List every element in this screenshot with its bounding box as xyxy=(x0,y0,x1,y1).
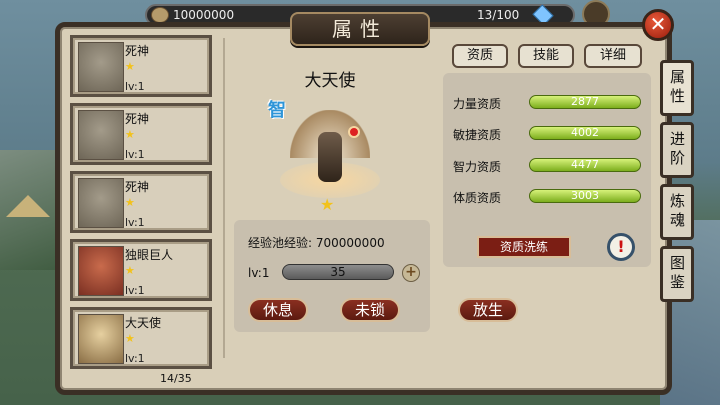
add-exp-button[interactable]: + xyxy=(402,264,420,282)
side-tab-refine-soul[interactable]: 炼魂 xyxy=(660,184,694,240)
hero-card[interactable]: 大天使 ★ lv:1 xyxy=(70,307,212,369)
aptitude-reroll-button[interactable]: 资质洗练 xyxy=(477,236,571,258)
exp-value: 35 xyxy=(330,265,346,279)
side-tab-codex[interactable]: 图鉴 xyxy=(660,246,694,302)
stat-value: 4477 xyxy=(571,158,599,171)
exp-pool-label: 经验池经验: xyxy=(248,236,313,250)
star-icon: ★ xyxy=(125,196,135,209)
stat-value: 2877 xyxy=(571,95,599,108)
release-button[interactable]: 放生 xyxy=(458,298,518,322)
hero-level: lv:1 xyxy=(125,80,145,93)
exp-pool-value: 700000000 xyxy=(315,236,385,250)
stat-label: 体质资质 xyxy=(453,191,502,205)
hero-name: 独眼巨人 xyxy=(125,248,174,262)
tab-aptitude[interactable]: 资质 xyxy=(452,44,508,68)
stat-bar: 4002 xyxy=(529,126,641,140)
star-icon: ★ xyxy=(125,264,135,277)
hero-list[interactable]: 死神 ★ lv:1 死神 ★ lv:1 死神 ★ lv:1 独眼巨人 ★ lv:… xyxy=(70,32,216,372)
hero-portrait xyxy=(78,110,124,160)
stat-value: 3003 xyxy=(571,189,599,202)
stat-bar: 4477 xyxy=(529,158,641,172)
gold-count: 10000000 xyxy=(173,8,235,22)
stat-label: 敏捷资质 xyxy=(453,128,502,142)
hero-card[interactable]: 死神 ★ lv:1 xyxy=(70,171,212,233)
stat-value: 4002 xyxy=(571,126,599,139)
star-icon: ★ xyxy=(125,332,135,345)
hero-portrait xyxy=(78,42,124,92)
hero-portrait xyxy=(78,314,124,364)
hero-name: 死神 xyxy=(125,112,150,126)
hero-card[interactable]: 独眼巨人 ★ lv:1 xyxy=(70,239,212,301)
hero-portrait xyxy=(78,178,124,228)
unlock-button[interactable]: 未锁 xyxy=(340,298,400,322)
stat-bar: 2877 xyxy=(529,95,641,109)
tent-icon xyxy=(6,195,50,217)
hero-gem xyxy=(348,126,360,138)
tab-skills[interactable]: 技能 xyxy=(518,44,574,68)
level-label: lv:1 xyxy=(248,266,270,280)
class-badge: 智 xyxy=(268,100,286,121)
stat-label: 智力资质 xyxy=(453,160,502,174)
panel-divider xyxy=(223,38,225,358)
hero-level: lv:1 xyxy=(125,284,145,297)
coin-icon xyxy=(151,7,169,23)
stat-bar: 3003 xyxy=(529,189,641,203)
hero-detail-panel: 大天使 智 ★ 经验池经验: 700000000 lv:1 35 + xyxy=(230,52,430,340)
info-icon[interactable]: ! xyxy=(607,233,635,261)
hero-body xyxy=(318,132,342,182)
stat-label: 力量资质 xyxy=(453,97,502,111)
hero-name: 死神 xyxy=(125,180,150,194)
window-title: 属性 xyxy=(290,12,430,46)
star-icon: ★ xyxy=(125,128,135,141)
hero-list-count: 14/35 xyxy=(160,372,192,385)
hero-level: lv:1 xyxy=(125,148,145,161)
star-icon: ★ xyxy=(125,60,135,73)
rest-button[interactable]: 休息 xyxy=(248,298,308,322)
side-tab-advance[interactable]: 进阶 xyxy=(660,122,694,178)
hero-card[interactable]: 死神 ★ lv:1 xyxy=(70,103,212,165)
hero-name: 大天使 xyxy=(125,316,162,330)
close-button[interactable]: ✕ xyxy=(642,9,674,41)
star-icon: ★ xyxy=(320,195,335,214)
side-tab-attributes[interactable]: 属性 xyxy=(660,60,694,116)
gem-count: 13/100 xyxy=(477,8,520,22)
tab-details[interactable]: 详细 xyxy=(584,44,642,68)
exp-pool: 经验池经验: 700000000 xyxy=(248,234,385,251)
hero-card[interactable]: 死神 ★ lv:1 xyxy=(70,35,212,97)
hero-name: 死神 xyxy=(125,44,150,58)
hero-level: lv:1 xyxy=(125,216,145,229)
hero-level: lv:1 xyxy=(125,352,145,365)
hero-portrait xyxy=(78,246,124,296)
exp-bar: 35 xyxy=(282,264,394,280)
hero-title: 大天使 xyxy=(304,71,356,91)
